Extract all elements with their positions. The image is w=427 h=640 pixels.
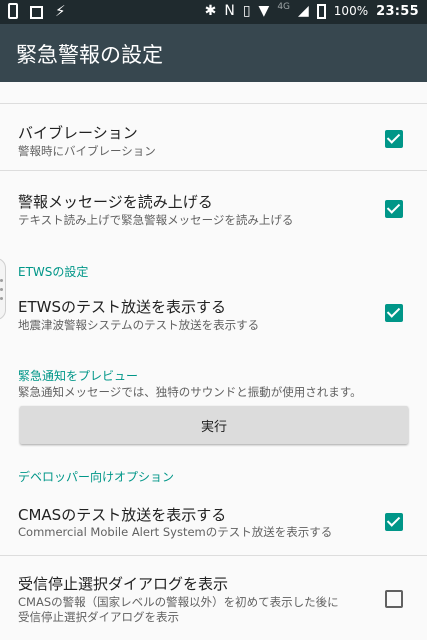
- clock: 23:55: [376, 3, 419, 19]
- vibrate-icon: ▯: [242, 3, 251, 19]
- wifi-icon: ▼: [258, 3, 270, 19]
- opt-out-checkbox[interactable]: [385, 590, 403, 608]
- cmas-test-summary: Commercial Mobile Alert Systemのテスト放送を表示す…: [18, 525, 333, 539]
- speak-summary: テキスト読み上げで緊急警報メッセージを読み上げる: [18, 213, 294, 227]
- vibration-summary: 警報時にバイブレーション: [18, 144, 156, 158]
- opt-out-title: 受信停止選択ダイアログを表示: [18, 575, 229, 593]
- cmas-test-title: CMASのテスト放送を表示する: [18, 506, 227, 524]
- etws-test-checkbox[interactable]: [385, 304, 403, 322]
- page-title: 緊急警報の設定: [16, 43, 163, 67]
- speak-checkbox[interactable]: [385, 200, 403, 218]
- app-bar: 緊急警報の設定: [0, 24, 427, 82]
- vibration-checkbox[interactable]: [385, 130, 403, 148]
- vibration-title: バイブレーション: [18, 124, 138, 142]
- battery-percent: 100%: [333, 4, 369, 18]
- settings-list[interactable]: バイブレーション 警報時にバイブレーション 警報メッセージを読み上げる テキスト…: [0, 82, 427, 640]
- preview-summary: 緊急通知メッセージでは、独特のサウンドと振動が使用されます。: [18, 385, 362, 399]
- bluetooth-icon: ✱: [204, 3, 217, 19]
- speak-title: 警報メッセージを読み上げる: [18, 193, 213, 211]
- status-bar: ⚡ ✱ Ν ▯ ▼ 4G ◢ 100% 23:55: [0, 0, 427, 24]
- network-type: 4G: [277, 2, 291, 12]
- etws-category-header: ETWSの設定: [18, 265, 89, 279]
- vibration-preference[interactable]: バイブレーション 警報時にバイブレーション: [0, 104, 427, 168]
- signal-icon: ◢: [298, 3, 309, 19]
- speak-preference[interactable]: 警報メッセージを読み上げる テキスト読み上げで緊急警報メッセージを読み上げる: [0, 171, 427, 243]
- bolt-icon: ⚡: [55, 2, 66, 20]
- preview-category-header: 緊急通知をプレビュー: [18, 369, 139, 383]
- opt-out-summary-line2: 受信停止選択ダイアログを表示: [18, 610, 179, 624]
- developer-category-header: デベロッパー向けオプション: [18, 470, 175, 484]
- etws-test-title: ETWSのテスト放送を表示する: [18, 298, 226, 316]
- opt-out-preference[interactable]: 受信停止選択ダイアログを表示 CMASの警報（国家レベルの警報以外）を初めて表示…: [0, 556, 427, 640]
- edge-panel-handle[interactable]: [0, 258, 6, 320]
- nfc-icon: Ν: [224, 3, 235, 19]
- phone-icon: [8, 3, 18, 19]
- cmas-test-preference[interactable]: CMASのテスト放送を表示する Commercial Mobile Alert …: [0, 486, 427, 552]
- opt-out-summary-line1: CMASの警報（国家レベルの警報以外）を初めて表示した後に: [18, 595, 339, 609]
- etws-test-preference[interactable]: ETWSのテスト放送を表示する 地震津波警報システムのテスト放送を表示する: [0, 280, 427, 344]
- calendar-icon: [30, 5, 43, 19]
- cmas-test-checkbox[interactable]: [385, 513, 403, 531]
- battery-icon: [316, 3, 326, 19]
- run-preview-button[interactable]: 実行: [20, 406, 408, 444]
- etws-test-summary: 地震津波警報システムのテスト放送を表示する: [18, 318, 260, 332]
